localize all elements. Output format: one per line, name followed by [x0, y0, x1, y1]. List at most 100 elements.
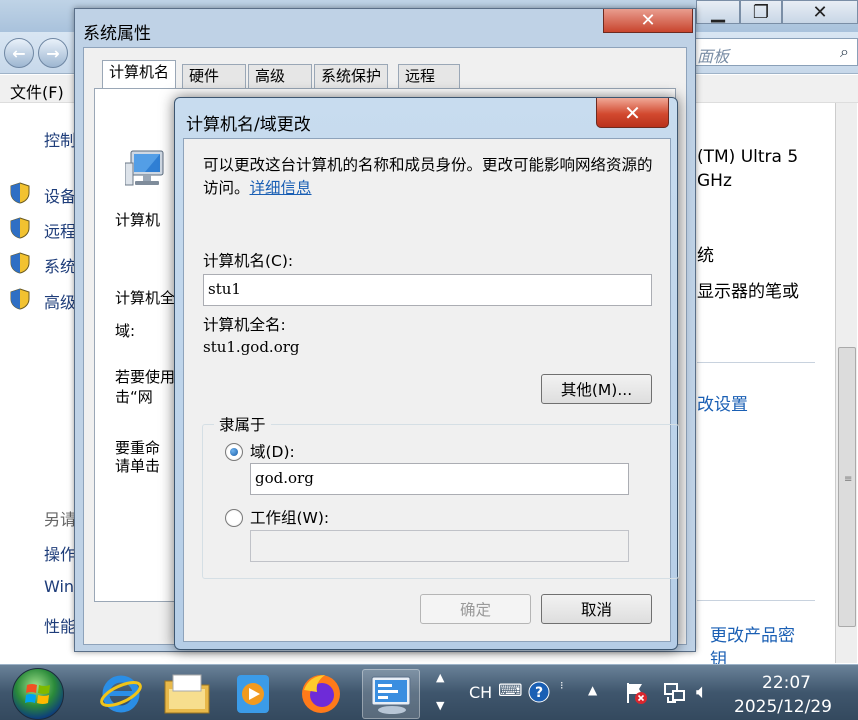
- close-button[interactable]: ✕: [603, 9, 693, 33]
- change-settings-link[interactable]: 改设置: [697, 390, 748, 415]
- search-icon: ⌕: [840, 42, 849, 61]
- network-icon[interactable]: [662, 681, 686, 705]
- minimize-icon: ▁: [711, 1, 725, 23]
- domain-radio[interactable]: [225, 443, 243, 461]
- more-info-link[interactable]: 详细信息: [250, 179, 312, 197]
- tab-hardware[interactable]: 硬件: [182, 64, 246, 88]
- taskbar-control-panel[interactable]: [362, 669, 420, 719]
- control-panel-home-link[interactable]: 控制: [44, 127, 76, 151]
- computer-name-domain-changes-dialog: 计算机名/域更改 ✕ 可以更改这台计算机的名称和成员身份。更改可能影响网络资源的…: [174, 97, 679, 650]
- grip-icon: ≡: [844, 474, 853, 485]
- see-also-action-center[interactable]: 操作: [44, 541, 76, 565]
- taskbar-scroll-down-icon[interactable]: ▼: [436, 699, 444, 712]
- network-id-text-line1: 若要使用: [115, 368, 176, 386]
- workgroup-radio-label[interactable]: 工作组(W):: [250, 506, 329, 528]
- tab-remote[interactable]: 远程: [398, 64, 460, 88]
- taskbar-internet-explorer[interactable]: [92, 669, 150, 719]
- clock-date[interactable]: 2025/12/29: [734, 697, 832, 717]
- dialog-title: 计算机名/域更改: [186, 115, 311, 135]
- input-language-indicator[interactable]: CH: [469, 683, 492, 702]
- tab-system-protection[interactable]: 系统保护: [314, 64, 389, 88]
- computer-monitor-icon: [125, 150, 164, 186]
- help-icon[interactable]: ?: [528, 681, 550, 703]
- windows-logo-icon: [25, 684, 50, 704]
- dialog-body: 可以更改这台计算机的名称和成员身份。更改可能影响网络资源的访问。详细信息 计算机…: [183, 138, 679, 642]
- forward-button[interactable]: →: [38, 38, 68, 68]
- forward-arrow-icon: →: [46, 43, 60, 63]
- window-title: 系统属性: [83, 24, 151, 44]
- workgroup-radio[interactable]: [225, 509, 243, 527]
- workgroup-input[interactable]: [250, 530, 629, 562]
- input-options-icon[interactable]: ⁝: [560, 679, 564, 692]
- clock-time[interactable]: 22:07: [762, 673, 811, 693]
- system-properties-icon: [371, 676, 411, 714]
- uac-shield-icon: [10, 252, 30, 274]
- close-window-button[interactable]: ✕: [782, 0, 858, 24]
- uac-shield-icon: [10, 288, 30, 310]
- ok-button[interactable]: 确定: [420, 594, 531, 624]
- tab-computer-name[interactable]: 计算机名: [102, 60, 177, 89]
- firefox-icon: [302, 675, 340, 713]
- system-type-info: 统: [697, 246, 714, 266]
- menu-file[interactable]: 文件(F): [10, 79, 64, 103]
- vertical-scrollbar[interactable]: ≡: [835, 103, 857, 663]
- uac-shield-icon: [10, 182, 30, 204]
- left-link-remote[interactable]: 远程: [44, 218, 76, 242]
- search-input[interactable]: 面板 ⌕: [690, 38, 858, 66]
- see-also-performance[interactable]: 性能: [44, 613, 76, 637]
- back-arrow-icon: ←: [12, 43, 26, 63]
- computer-name-label: 计算机名(C):: [203, 252, 294, 270]
- close-icon: ✕: [812, 1, 828, 23]
- domain-input[interactable]: god.org: [250, 463, 629, 495]
- change-product-key-link[interactable]: 更改产品密: [710, 621, 795, 646]
- show-hidden-icons-icon[interactable]: ▲: [588, 683, 597, 697]
- network-id-text-line2: 击“网: [115, 388, 153, 406]
- volume-icon[interactable]: 🔈︎: [696, 679, 708, 703]
- action-center-flag-icon[interactable]: [624, 681, 648, 705]
- folder-icon: [164, 674, 210, 714]
- left-link-device-manager[interactable]: 设备: [44, 183, 76, 207]
- close-icon: ✕: [640, 10, 656, 31]
- taskbar: ▲ ▼ CH ⌨ ? ⁝ ▲ 🔈︎ 22:07 2025/12/29: [0, 664, 858, 720]
- processor-info-line2: GHz: [697, 171, 732, 191]
- see-also-header: 另请: [44, 510, 77, 529]
- see-also-windows-update[interactable]: Win: [44, 577, 74, 596]
- internet-explorer-icon: [100, 675, 142, 713]
- processor-info-line1: (TM) Ultra 5: [697, 147, 799, 167]
- tab-advanced[interactable]: 高级: [248, 64, 312, 88]
- computer-name-input[interactable]: stu1: [203, 274, 652, 306]
- taskbar-firefox[interactable]: [292, 669, 350, 719]
- svg-text:?: ?: [535, 685, 543, 701]
- media-player-icon: [237, 675, 269, 713]
- taskbar-media-player[interactable]: [224, 669, 282, 719]
- back-button[interactable]: ←: [4, 38, 34, 68]
- more-button[interactable]: 其他(M)...: [541, 374, 652, 404]
- scrollbar-thumb[interactable]: ≡: [838, 347, 856, 627]
- domain-radio-label[interactable]: 域(D):: [250, 440, 295, 462]
- start-button[interactable]: [12, 668, 64, 720]
- maximize-button[interactable]: ❐: [740, 0, 782, 24]
- uac-shield-icon: [10, 217, 30, 239]
- left-link-advanced[interactable]: 高级: [44, 289, 76, 313]
- domain-label: 域:: [115, 322, 136, 340]
- full-computer-name-label: 计算机全: [115, 289, 176, 307]
- section-divider: [697, 600, 815, 601]
- cancel-button[interactable]: 取消: [541, 594, 652, 624]
- keyboard-icon[interactable]: ⌨: [498, 681, 523, 701]
- rename-text-line2: 请单击: [115, 457, 161, 475]
- full-computer-name-label: 计算机全名:: [203, 316, 286, 334]
- taskbar-file-explorer[interactable]: [158, 669, 216, 719]
- search-placeholder: 面板: [697, 47, 730, 66]
- dialog-close-button[interactable]: ✕: [596, 98, 669, 128]
- pen-touch-info: 显示器的笔或: [697, 282, 799, 302]
- taskbar-scroll-up-icon[interactable]: ▲: [436, 671, 444, 684]
- full-computer-name-value: stu1.god.org: [203, 338, 300, 356]
- restore-icon: ❐: [752, 1, 770, 23]
- dialog-description: 可以更改这台计算机的名称和成员身份。更改可能影响网络资源的访问。详细信息: [203, 154, 663, 200]
- minimize-button[interactable]: ▁: [696, 0, 740, 24]
- left-link-system-protection[interactable]: 系统: [44, 253, 76, 277]
- section-divider: [697, 362, 815, 363]
- close-icon: ✕: [624, 100, 641, 125]
- computer-description-label: 计算机: [115, 211, 161, 229]
- member-of-label: 隶属于: [214, 413, 271, 435]
